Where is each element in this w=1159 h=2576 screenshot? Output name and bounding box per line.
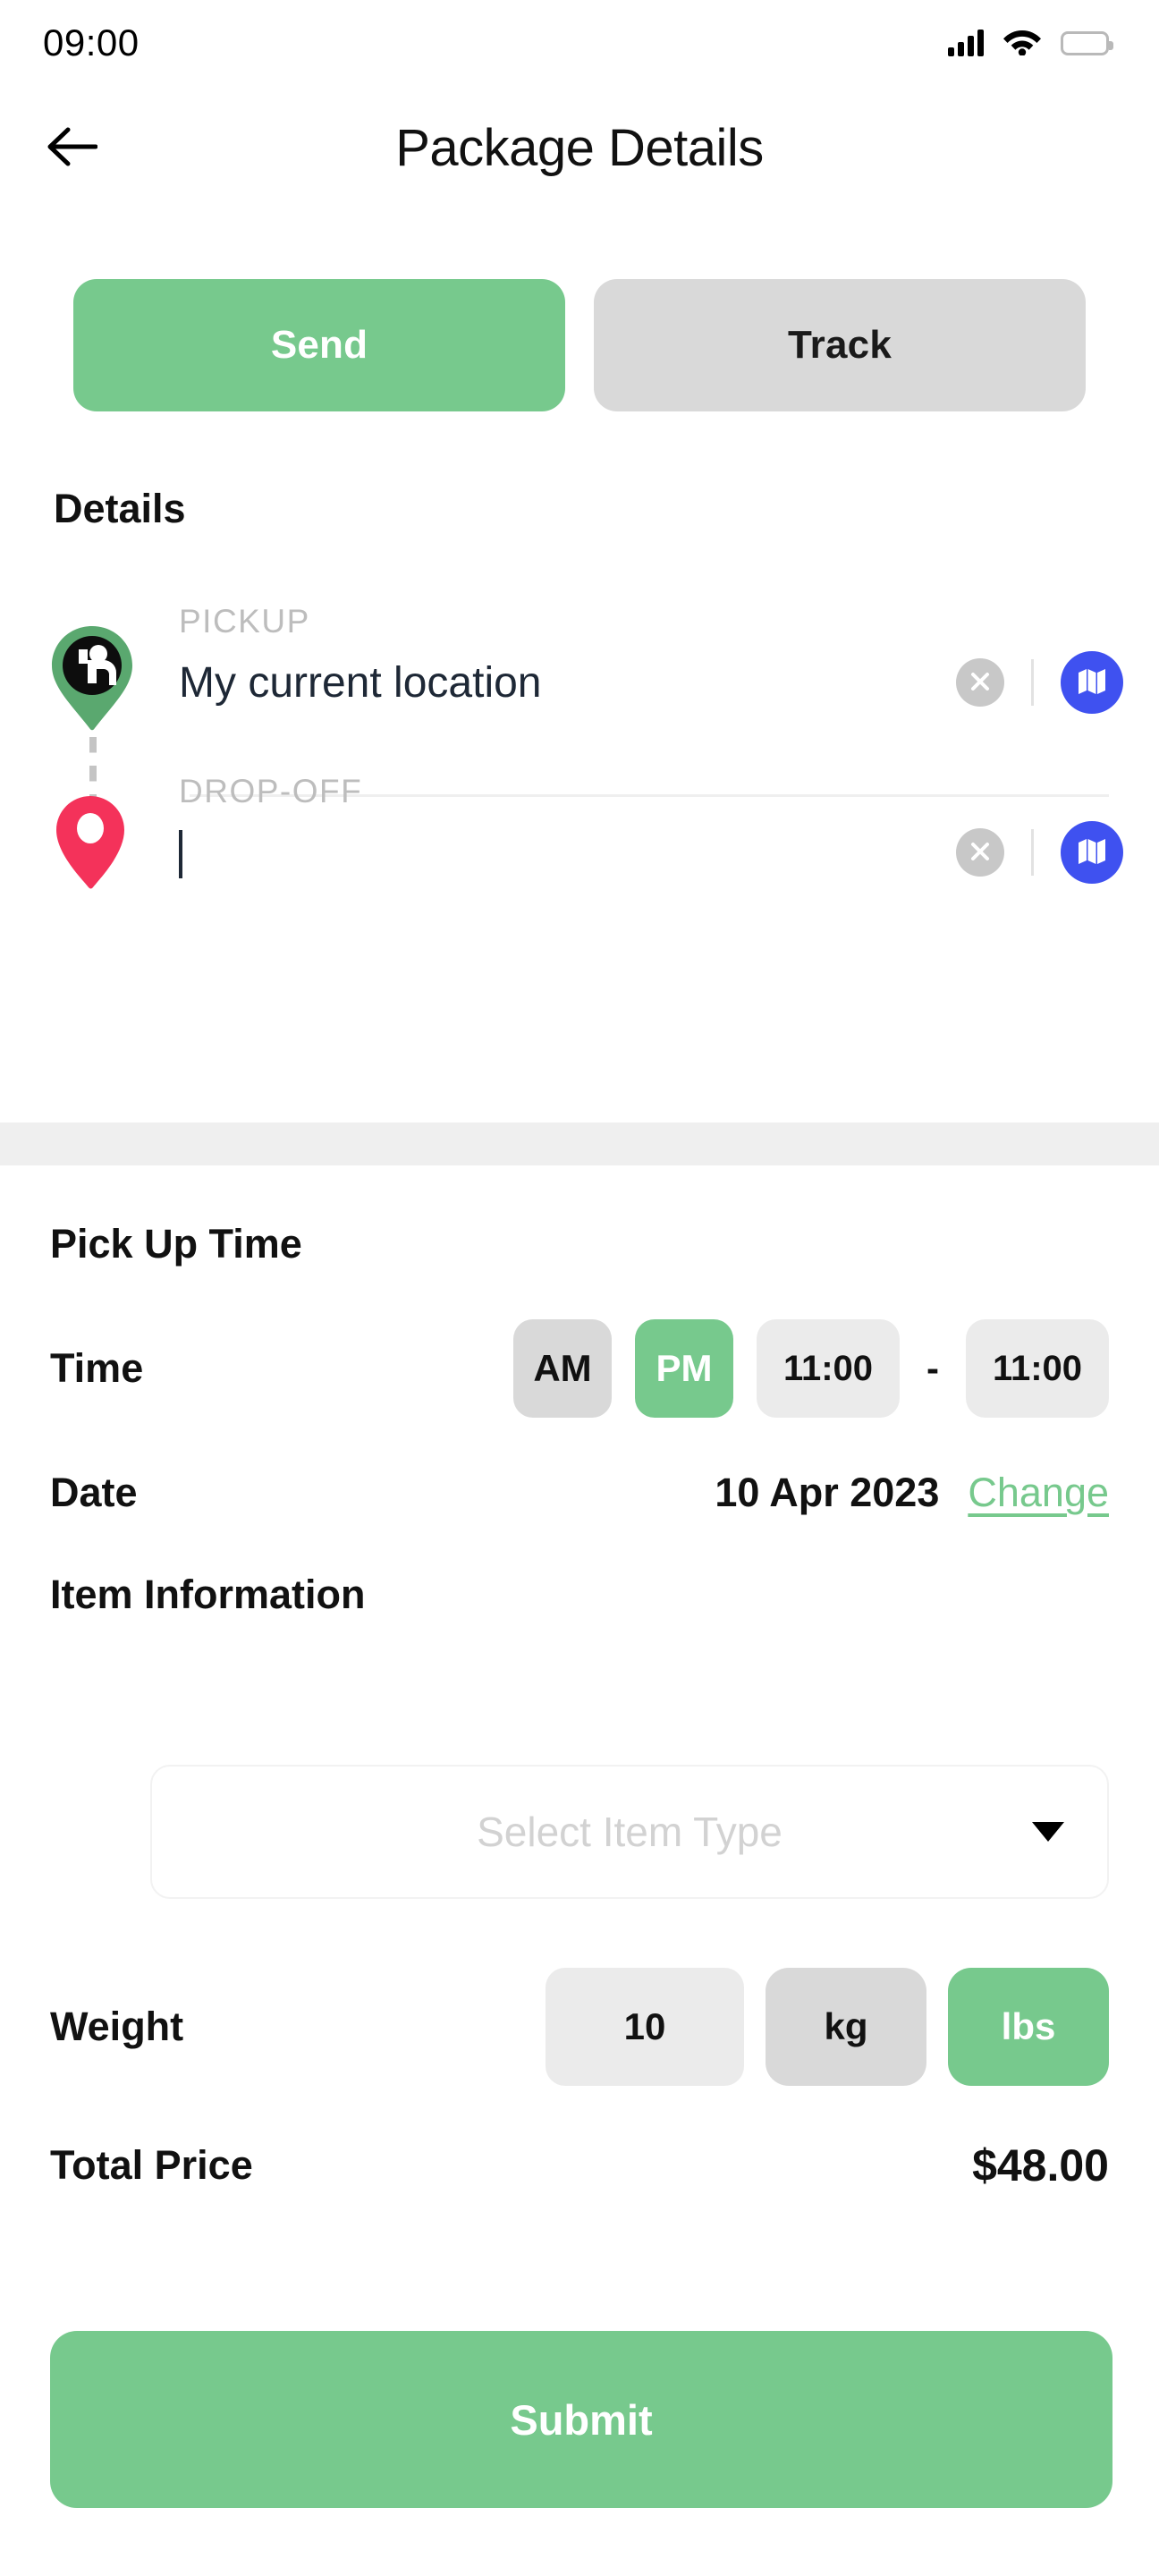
item-type-select[interactable]: Select Item Type: [150, 1765, 1109, 1899]
wifi-icon: [1003, 27, 1041, 60]
dropoff-label: DROP-OFF: [179, 773, 363, 809]
submit-button[interactable]: Submit: [50, 2331, 1112, 2508]
map-icon: [1077, 666, 1107, 699]
date-value-group: 10 Apr 2023 Change: [715, 1470, 1109, 1516]
time-controls: AM PM 11:00 - 11:00: [513, 1319, 1109, 1418]
pickup-map-button[interactable]: [1061, 651, 1123, 714]
back-arrow-icon: [47, 126, 98, 170]
weight-row: Weight 10 kg lbs: [50, 1968, 1109, 2086]
tab-send[interactable]: Send: [73, 279, 565, 411]
dropoff-clear-button[interactable]: [956, 828, 1004, 877]
battery-full-icon: [1061, 30, 1113, 55]
weight-unit-lbs[interactable]: lbs: [948, 1968, 1109, 2086]
signal-bars-icon: [948, 30, 984, 56]
status-bar-clock: 09:00: [43, 21, 140, 64]
weight-unit-kg[interactable]: kg: [766, 1968, 926, 2086]
date-label: Date: [50, 1470, 138, 1515]
pickup-clear-button[interactable]: [956, 658, 1004, 707]
dropoff-actions: [956, 821, 1123, 884]
order-details-panel: Pick Up Time Time AM PM 11:00 - 11:00 Da…: [0, 1165, 1159, 1618]
dropoff-input-line: [179, 821, 1123, 884]
chevron-down-icon: [1032, 1822, 1064, 1842]
dropoff-field: DROP-OFF: [179, 751, 1159, 884]
pickup-label: PICKUP: [179, 603, 310, 640]
time-row: Time AM PM 11:00 - 11:00: [50, 1319, 1109, 1418]
pickup-person-pin-icon: [43, 624, 141, 732]
location-pin-icon: [50, 794, 131, 891]
tab-track[interactable]: Track: [594, 279, 1086, 411]
change-date-link[interactable]: Change: [968, 1470, 1109, 1516]
pickup-row: PICKUP My current location: [0, 581, 1159, 886]
item-type-placeholder: Select Item Type: [477, 1809, 783, 1855]
map-icon: [1077, 836, 1107, 869]
route-section: PICKUP My current location DROP-OFF: [0, 581, 1159, 921]
total-price-label: Total Price: [50, 2142, 253, 2188]
total-price-row: Total Price $48.00: [50, 2140, 1109, 2191]
pickup-input[interactable]: My current location: [179, 658, 956, 708]
dropoff-map-button[interactable]: [1061, 821, 1123, 884]
status-bar-icons: [948, 27, 1113, 60]
pickup-action-divider: [1031, 659, 1034, 706]
date-row: Date 10 Apr 2023 Change: [50, 1470, 1109, 1516]
dropoff-input[interactable]: [179, 826, 956, 878]
total-price-value: $48.00: [972, 2140, 1109, 2190]
details-heading: Details: [54, 486, 186, 531]
mode-segmented-control: Send Track: [73, 279, 1086, 411]
pickup-time-title: Pick Up Time: [50, 1221, 302, 1267]
am-toggle[interactable]: AM: [513, 1319, 612, 1418]
pm-toggle[interactable]: PM: [635, 1319, 733, 1418]
time-to-field[interactable]: 11:00: [966, 1319, 1109, 1418]
item-information-title: Item Information: [50, 1572, 366, 1617]
time-range-separator: -: [926, 1347, 939, 1389]
weight-controls: 10 kg lbs: [546, 1968, 1109, 2086]
dropoff-action-divider: [1031, 829, 1034, 876]
clear-x-icon: [969, 840, 992, 866]
time-from-field[interactable]: 11:00: [757, 1319, 900, 1418]
pickup-input-line: My current location: [179, 651, 1123, 714]
weight-value-input[interactable]: 10: [546, 1968, 744, 2086]
app-header: Package Details: [0, 98, 1159, 197]
back-button[interactable]: [39, 114, 106, 181]
status-bar: 09:00: [0, 0, 1159, 86]
text-caret: [179, 829, 182, 878]
dropoff-row: DROP-OFF: [0, 751, 1159, 921]
pickup-actions: [956, 651, 1123, 714]
page-title: Package Details: [395, 118, 764, 177]
weight-and-total-panel: Weight 10 kg lbs Total Price $48.00: [0, 1968, 1159, 2191]
app-screen: 09:00 Package Details Send Track Details…: [0, 0, 1159, 2576]
clear-x-icon: [969, 670, 992, 696]
date-value: 10 Apr 2023: [715, 1470, 940, 1515]
weight-label: Weight: [50, 2004, 184, 2049]
time-label: Time: [50, 1345, 144, 1391]
section-separator-band: [0, 1123, 1159, 1165]
pickup-field: PICKUP My current location: [179, 581, 1159, 714]
